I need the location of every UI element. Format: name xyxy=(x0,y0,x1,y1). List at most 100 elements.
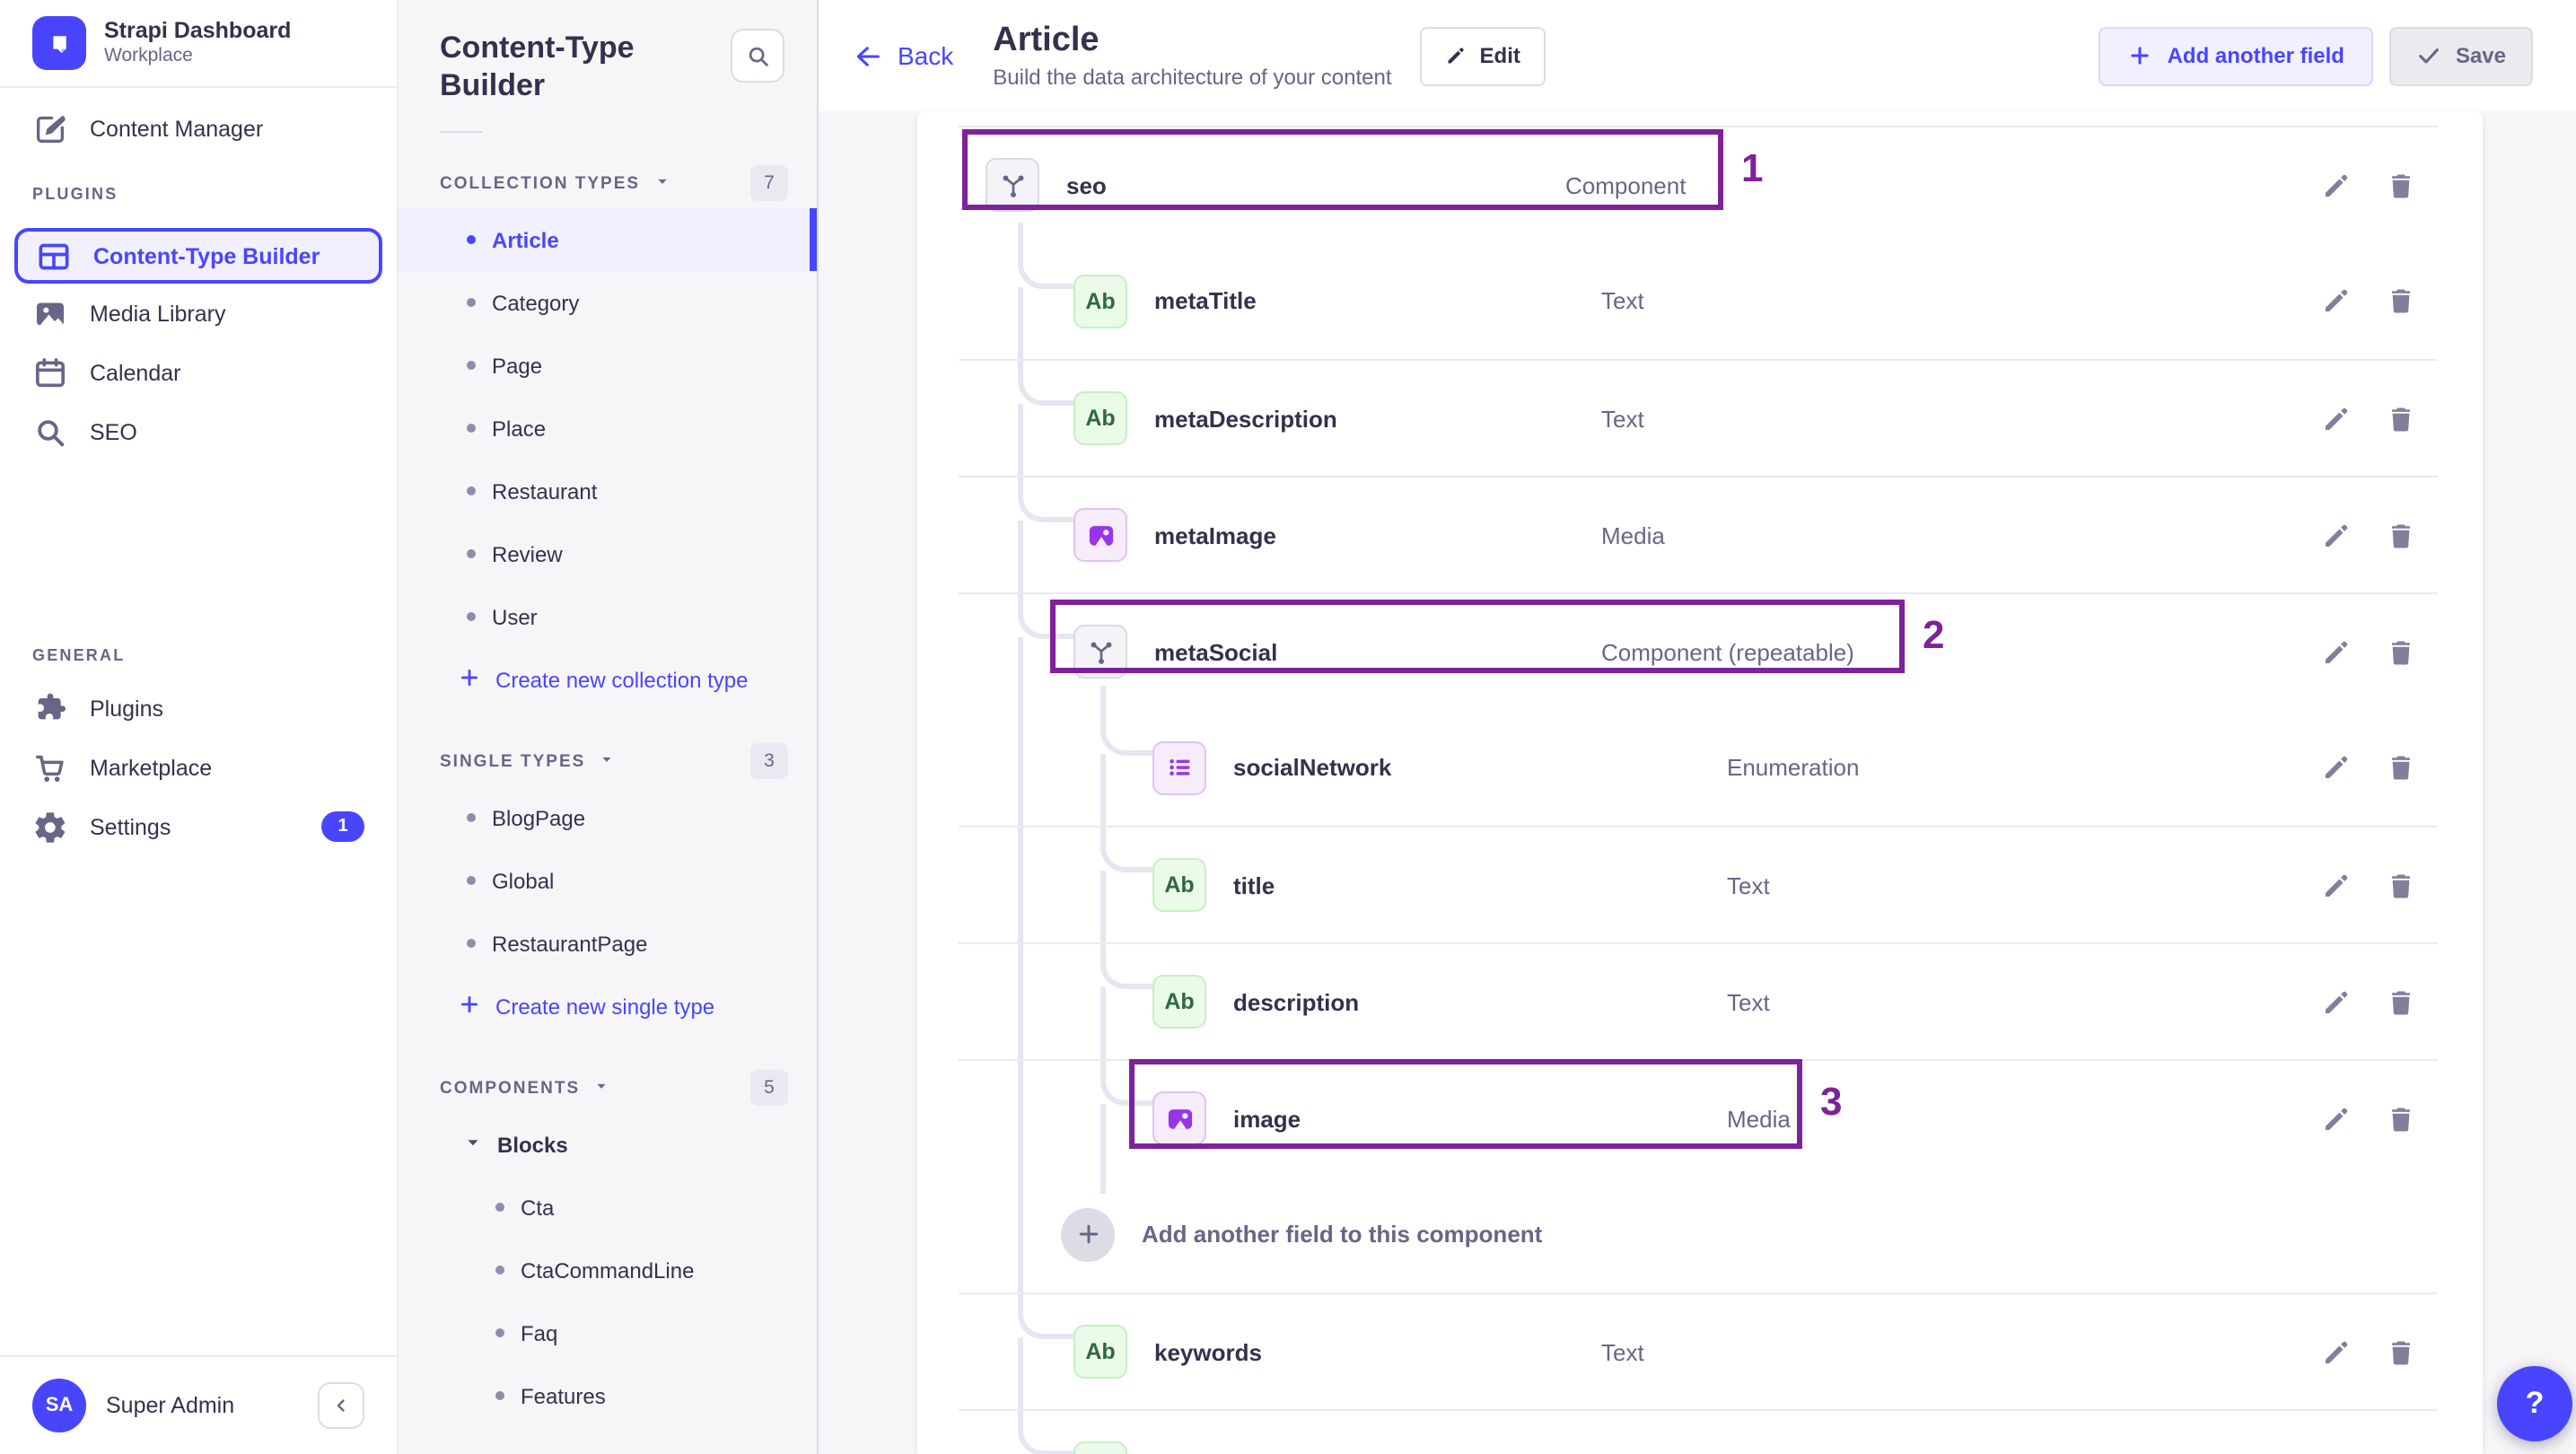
delete-field-button[interactable] xyxy=(2384,169,2416,201)
back-link[interactable]: Back xyxy=(853,40,953,71)
delete-field-button[interactable] xyxy=(2384,285,2416,317)
collapse-sidebar-button[interactable] xyxy=(318,1382,364,1429)
ctb-item-features[interactable]: Features xyxy=(399,1364,817,1427)
sidebar-item-seo[interactable]: SEO xyxy=(0,402,397,461)
create-new-type-link[interactable]: Create new collection type xyxy=(399,648,817,711)
edit-field-button[interactable] xyxy=(2319,1102,2352,1134)
sidebar-item-calendar[interactable]: Calendar xyxy=(0,343,397,402)
nav-section-label: GENERAL xyxy=(32,646,126,664)
chevron-left-icon xyxy=(337,1399,345,1412)
ctb-item-restaurantpage[interactable]: RestaurantPage xyxy=(399,912,817,975)
ctb-group-blocks[interactable]: Blocks xyxy=(399,1113,817,1176)
section-header-components[interactable]: COMPONENTS 5 xyxy=(399,1063,817,1113)
workspace-brand[interactable]: Strapi Dashboard Workplace xyxy=(0,0,397,88)
field-actions xyxy=(2319,751,2416,784)
edit-field-button[interactable] xyxy=(2319,985,2352,1018)
field-type: Enumeration xyxy=(1727,754,1860,781)
edit-field-button[interactable] xyxy=(2319,402,2352,434)
ctb-item-label: RestaurantPage xyxy=(492,931,648,956)
field-name: seo xyxy=(1066,171,1107,198)
section-header-collection-types[interactable]: COLLECTION TYPES 7 xyxy=(399,158,817,208)
save-button[interactable]: Save xyxy=(2388,26,2533,85)
main-area: Back Article Build the data architecture… xyxy=(819,0,2576,1454)
check-icon xyxy=(2419,48,2439,64)
ctb-item-article[interactable]: Article xyxy=(399,208,817,271)
ctb-group-label: Blocks xyxy=(497,1132,568,1157)
ctb-item-cta[interactable]: Cta xyxy=(399,1176,817,1239)
ctb-item-user[interactable]: User xyxy=(399,585,817,648)
sidebar-item-media-library[interactable]: Media Library xyxy=(0,284,397,343)
delete-field-button[interactable] xyxy=(2384,1336,2416,1368)
edit-field-button[interactable] xyxy=(2319,285,2352,317)
text-field-icon: Ab xyxy=(1073,1325,1127,1379)
arrow-left-icon xyxy=(856,46,880,66)
ctb-sidebar-title: Content-Type Builder xyxy=(440,31,635,102)
ctb-item-place[interactable]: Place xyxy=(399,397,817,460)
ctb-item-label: Features xyxy=(521,1383,606,1408)
delete-field-button[interactable] xyxy=(2384,402,2416,434)
edit-field-button[interactable] xyxy=(2319,751,2352,784)
user-row: SA Super Admin xyxy=(0,1355,397,1454)
field-actions xyxy=(2319,869,2416,901)
section-count-badge: 5 xyxy=(750,1070,788,1106)
fields-card: seo Component Ab metaTitle Text Ab metaDescrip… xyxy=(917,111,2483,1454)
ctb-item-ctacommandline[interactable]: CtaCommandLine xyxy=(399,1239,817,1301)
field-name: title xyxy=(1233,872,1275,898)
sidebar-item-content-manager[interactable]: Content Manager xyxy=(0,99,397,158)
delete-field-button[interactable] xyxy=(2384,635,2416,668)
ctb-item-label: Faq xyxy=(521,1320,558,1345)
ctb-item-global[interactable]: Global xyxy=(399,849,817,912)
edit-field-button[interactable] xyxy=(2319,169,2352,201)
field-name: metaTitle xyxy=(1154,287,1257,314)
field-type: Component (repeatable) xyxy=(1601,638,1854,665)
bullet-icon xyxy=(495,1266,504,1274)
delete-field-button[interactable] xyxy=(2384,519,2416,551)
edit-field-button[interactable] xyxy=(2319,1336,2352,1368)
sidebar-item-content-type-builder[interactable]: Content-Type Builder xyxy=(14,228,382,284)
field-row-socialNetwork: socialNetwork Enumeration xyxy=(959,709,2438,826)
delete-field-button[interactable] xyxy=(2384,869,2416,901)
ctb-action-label: Create new collection type xyxy=(495,667,749,692)
search-button[interactable] xyxy=(731,29,784,83)
ctb-item-faq[interactable]: Faq xyxy=(399,1301,817,1364)
avatar[interactable]: SA xyxy=(32,1379,86,1432)
add-field-to-component-row: Add another field to this component xyxy=(959,1176,2438,1292)
delete-field-button[interactable] xyxy=(2384,1102,2416,1134)
sidebar-item-marketplace[interactable]: Marketplace xyxy=(0,738,397,797)
edit-field-button[interactable] xyxy=(2319,635,2352,668)
help-button[interactable]: ? xyxy=(2497,1366,2572,1441)
enumeration-field-icon xyxy=(1152,740,1206,794)
sidebar-item-label: SEO xyxy=(90,419,137,444)
add-another-field-button[interactable]: Add another field xyxy=(2098,26,2373,85)
plus-icon xyxy=(458,992,481,1020)
ctb-type-list: COLLECTION TYPES 7 Article Category Page Plac… xyxy=(399,133,817,1454)
ctb-item-label: BlogPage xyxy=(492,805,586,830)
app-sidebar: Strapi Dashboard Workplace Content Manag… xyxy=(0,0,399,1454)
sidebar-item-settings[interactable]: Settings 1 xyxy=(0,797,397,856)
delete-field-button[interactable] xyxy=(2384,985,2416,1018)
field-name: metaSocial xyxy=(1154,638,1278,665)
ctb-item-label: Cta xyxy=(521,1195,555,1220)
ctb-item-restaurant[interactable]: Restaurant xyxy=(399,460,817,522)
edit-button[interactable]: Edit xyxy=(1420,26,1546,85)
search-icon xyxy=(748,46,767,66)
sidebar-item-label: Settings xyxy=(90,814,171,839)
bullet-icon xyxy=(467,235,476,244)
ctb-item-category[interactable]: Category xyxy=(399,271,817,334)
field-rows: seo Component Ab metaTitle Text Ab metaDescrip… xyxy=(917,126,2483,1454)
sidebar-item-plugins[interactable]: Plugins xyxy=(0,679,397,738)
delete-field-button[interactable] xyxy=(2384,751,2416,784)
create-new-type-link[interactable]: Create new single type xyxy=(399,975,817,1038)
nav-section-label: PLUGINS xyxy=(32,185,118,203)
ctb-item-page[interactable]: Page xyxy=(399,334,817,397)
ctb-item-review[interactable]: Review xyxy=(399,522,817,585)
search-icon xyxy=(32,414,68,450)
plus-circle-button[interactable] xyxy=(1061,1207,1115,1261)
edit-field-button[interactable] xyxy=(2319,869,2352,901)
ctb-item-blogpage[interactable]: BlogPage xyxy=(399,786,817,849)
ctb-item-label: Article xyxy=(492,227,559,252)
field-name: socialNetwork xyxy=(1233,754,1392,781)
section-header-single-types[interactable]: SINGLE TYPES 3 xyxy=(399,736,817,786)
edit-field-button[interactable] xyxy=(2319,519,2352,551)
user-name: Super Admin xyxy=(106,1393,235,1418)
